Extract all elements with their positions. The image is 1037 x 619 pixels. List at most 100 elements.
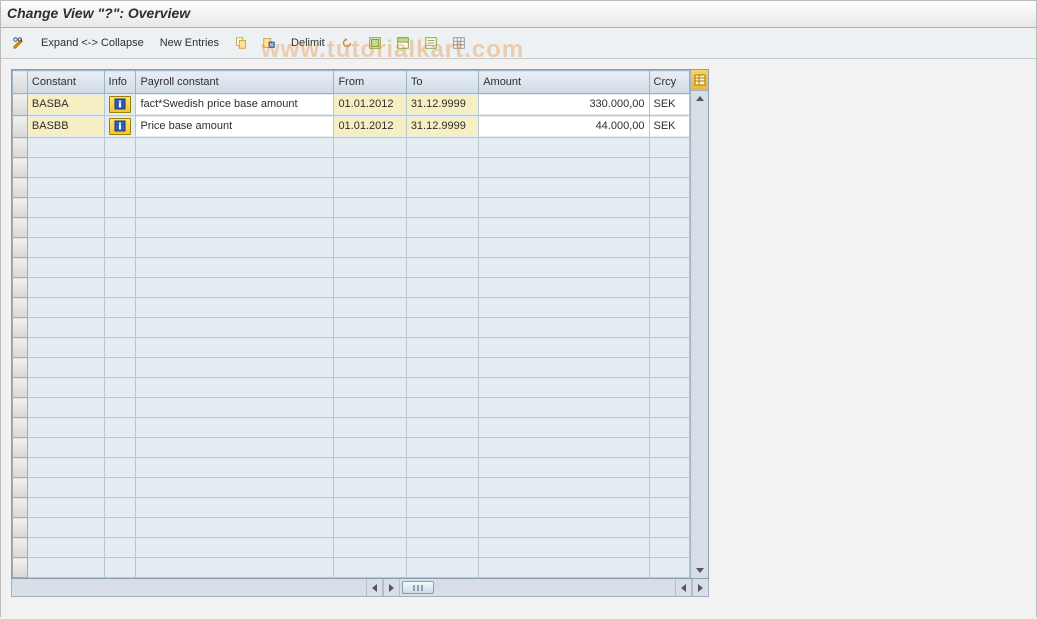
horizontal-scrollbar	[11, 579, 709, 597]
table-row-empty	[13, 238, 690, 258]
table-row-empty	[13, 478, 690, 498]
pencil-glasses-icon	[12, 36, 26, 50]
row-selector[interactable]	[13, 358, 28, 378]
row-selector[interactable]	[13, 558, 28, 578]
table-row-empty	[13, 338, 690, 358]
col-to[interactable]: To	[406, 71, 478, 94]
triangle-right-icon	[698, 584, 703, 592]
cell-constant: BASBB	[28, 117, 104, 136]
scroll-up-button[interactable]	[691, 91, 708, 106]
cell-amount[interactable]: 44.000,00	[479, 117, 648, 136]
data-table-container: Constant Info Payroll constant From To A…	[11, 69, 709, 579]
page-title: Change View "?": Overview	[1, 1, 1036, 28]
select-all-icon	[368, 36, 382, 50]
cell-payroll-constant[interactable]: fact*Swedish price base amount	[136, 95, 333, 114]
row-selector[interactable]	[13, 298, 28, 318]
col-constant[interactable]: Constant	[27, 71, 104, 94]
info-button[interactable]	[109, 118, 131, 135]
select-block-icon	[396, 36, 410, 50]
row-selector[interactable]	[13, 218, 28, 238]
row-selector-header[interactable]	[13, 71, 28, 94]
row-selector[interactable]	[13, 398, 28, 418]
delimit-button[interactable]: Delimit	[285, 33, 331, 53]
row-selector[interactable]	[13, 138, 28, 158]
table-row: BASBAfact*Swedish price base amount01.01…	[13, 94, 690, 116]
data-table: Constant Info Payroll constant From To A…	[12, 70, 690, 578]
table-row-empty	[13, 318, 690, 338]
table-configuration-button[interactable]	[691, 70, 708, 91]
row-selector[interactable]	[13, 178, 28, 198]
row-selector[interactable]	[13, 198, 28, 218]
page-title-text: Change View "?": Overview	[7, 5, 190, 21]
cell-to: 31.12.9999	[407, 117, 478, 136]
col-from[interactable]: From	[334, 71, 406, 94]
table-row-empty	[13, 418, 690, 438]
deselect-all-button[interactable]	[419, 32, 443, 54]
scroll-thumb[interactable]	[402, 581, 434, 594]
table-row-empty	[13, 398, 690, 418]
expand-collapse-button[interactable]: Expand <-> Collapse	[35, 33, 150, 53]
table-row-empty	[13, 218, 690, 238]
col-info[interactable]: Info	[104, 71, 136, 94]
row-selector[interactable]	[13, 538, 28, 558]
scroll-down-button[interactable]	[691, 563, 708, 578]
table-settings-button[interactable]	[447, 32, 471, 54]
table-row-empty	[13, 198, 690, 218]
row-selector[interactable]	[13, 438, 28, 458]
vertical-scrollbar	[690, 70, 708, 578]
toggle-display-change-button[interactable]	[7, 32, 31, 54]
table-config-icon	[694, 74, 706, 86]
info-button[interactable]	[109, 96, 131, 113]
row-selector[interactable]	[13, 238, 28, 258]
table-row-empty	[13, 138, 690, 158]
table-row-empty	[13, 178, 690, 198]
row-selector[interactable]	[13, 278, 28, 298]
scroll-right-button[interactable]	[383, 579, 400, 596]
cell-currency[interactable]: SEK	[650, 117, 690, 136]
row-selector[interactable]	[13, 158, 28, 178]
triangle-left-icon	[372, 584, 377, 592]
cell-to: 31.12.9999	[407, 95, 478, 114]
table-row-empty	[13, 458, 690, 478]
scroll-right-2-button[interactable]	[692, 579, 708, 596]
toolbar: Expand <-> Collapse New Entries Delimit	[1, 28, 1036, 59]
row-selector[interactable]	[13, 338, 28, 358]
delete-button[interactable]	[257, 32, 281, 54]
cell-from: 01.01.2012	[334, 117, 405, 136]
table-row-empty	[13, 558, 690, 578]
cell-payroll-constant[interactable]: Price base amount	[136, 117, 333, 136]
copy-as-button[interactable]	[229, 32, 253, 54]
row-selector[interactable]	[13, 498, 28, 518]
col-currency[interactable]: Crcy	[649, 71, 690, 94]
scroll-left-2-button[interactable]	[675, 579, 692, 596]
row-selector[interactable]	[13, 518, 28, 538]
row-selector[interactable]	[13, 116, 28, 138]
copy-icon	[234, 36, 248, 50]
table-row-empty	[13, 258, 690, 278]
row-selector[interactable]	[13, 458, 28, 478]
table-row-empty	[13, 438, 690, 458]
table-row-empty	[13, 538, 690, 558]
table-row-empty	[13, 278, 690, 298]
new-entries-button[interactable]: New Entries	[154, 33, 225, 53]
table-row: BASBB Price base amount01.01.201231.12.99…	[13, 116, 690, 138]
row-selector[interactable]	[13, 418, 28, 438]
select-block-button[interactable]	[391, 32, 415, 54]
select-all-button[interactable]	[363, 32, 387, 54]
scroll-left-button[interactable]	[366, 579, 383, 596]
cell-constant: BASBA	[28, 95, 104, 114]
table-row-empty	[13, 518, 690, 538]
cell-currency[interactable]: SEK	[650, 95, 690, 114]
row-selector[interactable]	[13, 378, 28, 398]
row-selector[interactable]	[13, 94, 28, 116]
col-payroll-constant[interactable]: Payroll constant	[136, 71, 334, 94]
info-icon	[114, 98, 126, 110]
col-amount[interactable]: Amount	[479, 71, 649, 94]
row-selector[interactable]	[13, 478, 28, 498]
row-selector[interactable]	[13, 258, 28, 278]
table-row-empty	[13, 378, 690, 398]
row-selector[interactable]	[13, 318, 28, 338]
undo-change-button[interactable]	[335, 32, 359, 54]
deselect-all-icon	[424, 36, 438, 50]
cell-amount[interactable]: 330.000,00	[479, 95, 648, 114]
